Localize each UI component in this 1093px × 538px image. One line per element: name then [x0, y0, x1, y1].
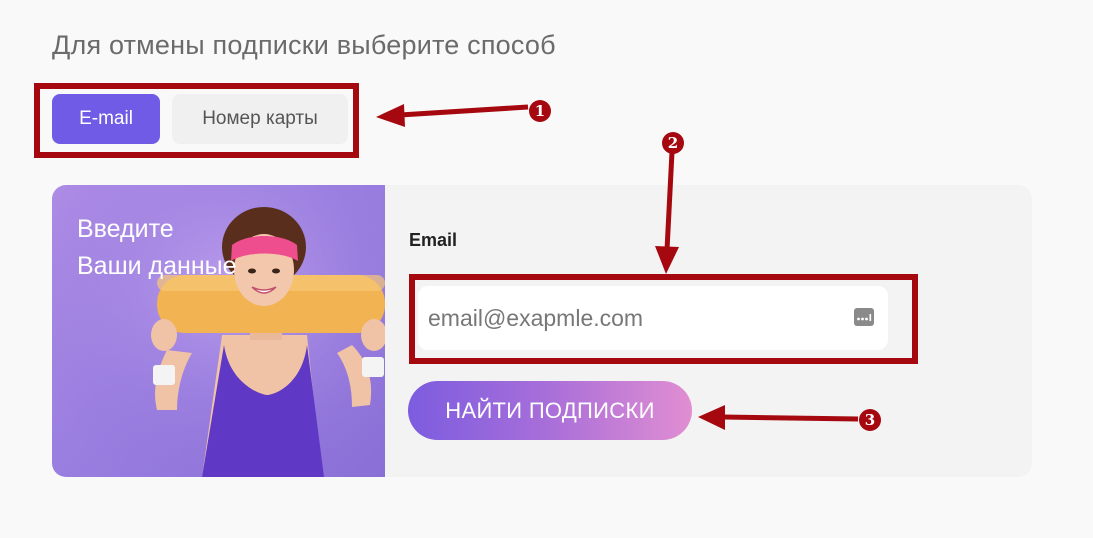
- arrowhead-1-icon: [376, 104, 405, 127]
- annotation-arrow-3: [721, 414, 859, 422]
- promo-text-line1: Введите: [77, 215, 174, 243]
- arrowhead-2-icon: [655, 246, 679, 274]
- page: Для отмены подписки выберите способ E-ma…: [0, 0, 1093, 538]
- promo-text: Введите Ваши данные: [77, 211, 237, 285]
- arrowhead-3-icon: [698, 405, 725, 430]
- annotation-arrow-1: [399, 104, 529, 118]
- annotation-marker-1-label: 1: [535, 102, 545, 120]
- annotation-marker-2-label: 2: [668, 134, 678, 152]
- annotation-arrow-2: [664, 151, 675, 251]
- annotation-marker-3-label: 3: [865, 411, 875, 429]
- promo-text-line2: Ваши данные: [77, 252, 237, 280]
